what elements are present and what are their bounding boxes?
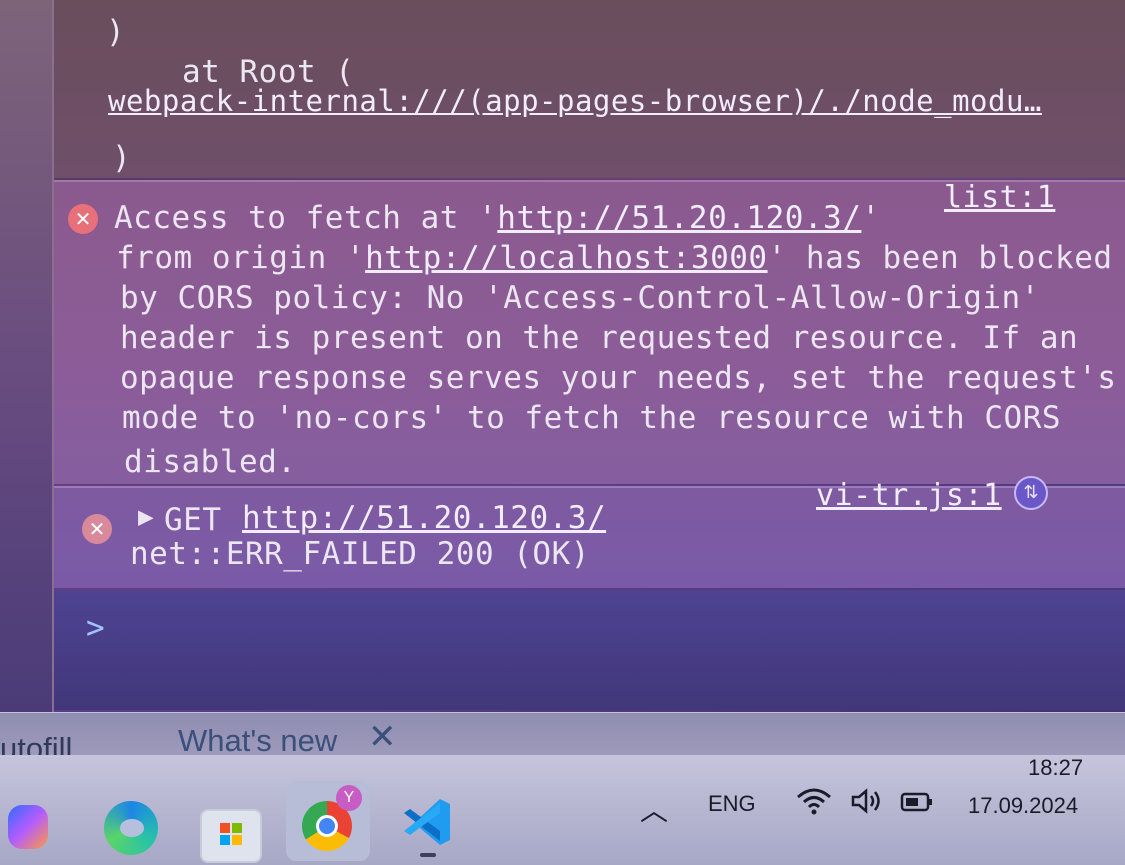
console-gutter bbox=[0, 0, 54, 712]
stack-trace-message: ) at Root ( webpack-internal:///(app-pag… bbox=[54, 0, 1125, 178]
cors-error-line: disabled. bbox=[124, 444, 296, 480]
taskbar: Y ︿ ENG 18:27 17.09.2024 bbox=[0, 755, 1125, 865]
edge-icon[interactable] bbox=[104, 801, 158, 855]
get-method: GET bbox=[164, 502, 222, 538]
clock-time[interactable]: 18:27 bbox=[1028, 755, 1083, 781]
cors-error-line: mode to 'no-cors' to fetch the resource … bbox=[122, 400, 1061, 436]
cors-line-text: opaque response serves your needs, set t… bbox=[120, 360, 1117, 396]
show-hidden-icons-icon[interactable]: ︿ bbox=[640, 789, 668, 829]
chrome-taskbar-button[interactable]: Y bbox=[286, 781, 370, 861]
cors-error-message: ✕ Access to fetch at 'http://51.20.120.3… bbox=[54, 180, 1125, 484]
volume-icon[interactable] bbox=[850, 787, 884, 821]
console-input[interactable]: > bbox=[54, 590, 1125, 710]
cors-error-line: header is present on the requested resou… bbox=[120, 320, 1078, 356]
cors-line-text: from origin ' bbox=[116, 240, 366, 276]
clock-date[interactable]: 17.09.2024 bbox=[968, 793, 1078, 819]
vscode-icon[interactable] bbox=[400, 795, 454, 849]
cors-line-link[interactable]: http://51.20.120.3/ bbox=[497, 200, 861, 236]
active-app-indicator bbox=[420, 853, 436, 857]
close-tab-icon[interactable]: ✕ bbox=[368, 717, 397, 757]
error-icon: ✕ bbox=[68, 204, 98, 234]
store-icon[interactable] bbox=[200, 809, 262, 863]
expand-triangle-icon[interactable]: ▶ bbox=[138, 502, 154, 532]
network-panel-icon[interactable]: ⇅ bbox=[1014, 476, 1048, 510]
cors-line-text: ' bbox=[861, 200, 881, 236]
cors-line-text: header is present on the requested resou… bbox=[120, 320, 1079, 356]
cors-line-text: disabled. bbox=[124, 444, 297, 480]
cors-line-text: Access to fetch at ' bbox=[114, 200, 498, 236]
trace-close-paren-top: ) bbox=[106, 14, 126, 50]
tab-whats-new[interactable]: What's new bbox=[178, 723, 337, 759]
wifi-icon[interactable] bbox=[796, 787, 832, 822]
language-indicator[interactable]: ENG bbox=[708, 791, 756, 817]
cors-line-text: by CORS policy: No 'Access-Control-Allow… bbox=[120, 280, 1040, 316]
cors-error-source-link[interactable]: list:1 bbox=[944, 180, 1055, 215]
trace-source-link[interactable]: webpack-internal:///(app-pages-browser)/… bbox=[108, 84, 1042, 118]
cors-line-text: mode to 'no-cors' to fetch the resource … bbox=[122, 400, 1062, 436]
cors-error-line: Access to fetch at 'http://51.20.120.3/' bbox=[114, 200, 881, 236]
get-error-message: ✕ ▶ GET http://51.20.120.3/ net::ERR_FAI… bbox=[54, 476, 1125, 588]
cors-line-text: ' has been blocked bbox=[767, 240, 1113, 276]
error-icon: ✕ bbox=[82, 514, 112, 544]
battery-icon[interactable] bbox=[900, 791, 934, 819]
cors-error-line: from origin 'http://localhost:3000' has … bbox=[116, 240, 1113, 276]
trace-close-paren-bottom: ) bbox=[112, 140, 132, 176]
get-url-link[interactable]: http://51.20.120.3/ bbox=[242, 500, 606, 536]
devtools-screen: ) at Root ( webpack-internal:///(app-pag… bbox=[0, 0, 1125, 865]
copilot-icon[interactable] bbox=[8, 805, 48, 849]
cors-line-link[interactable]: http://localhost:3000 bbox=[365, 240, 767, 276]
get-status-text: net::ERR_FAILED 200 (OK) bbox=[130, 536, 590, 572]
prompt-chevron: > bbox=[86, 610, 106, 646]
profile-badge-icon: Y bbox=[336, 785, 362, 811]
cors-error-line: opaque response serves your needs, set t… bbox=[120, 360, 1117, 396]
get-source-link[interactable]: vi-tr.js:1 bbox=[816, 478, 1002, 513]
cors-error-line: by CORS policy: No 'Access-Control-Allow… bbox=[120, 280, 1040, 316]
